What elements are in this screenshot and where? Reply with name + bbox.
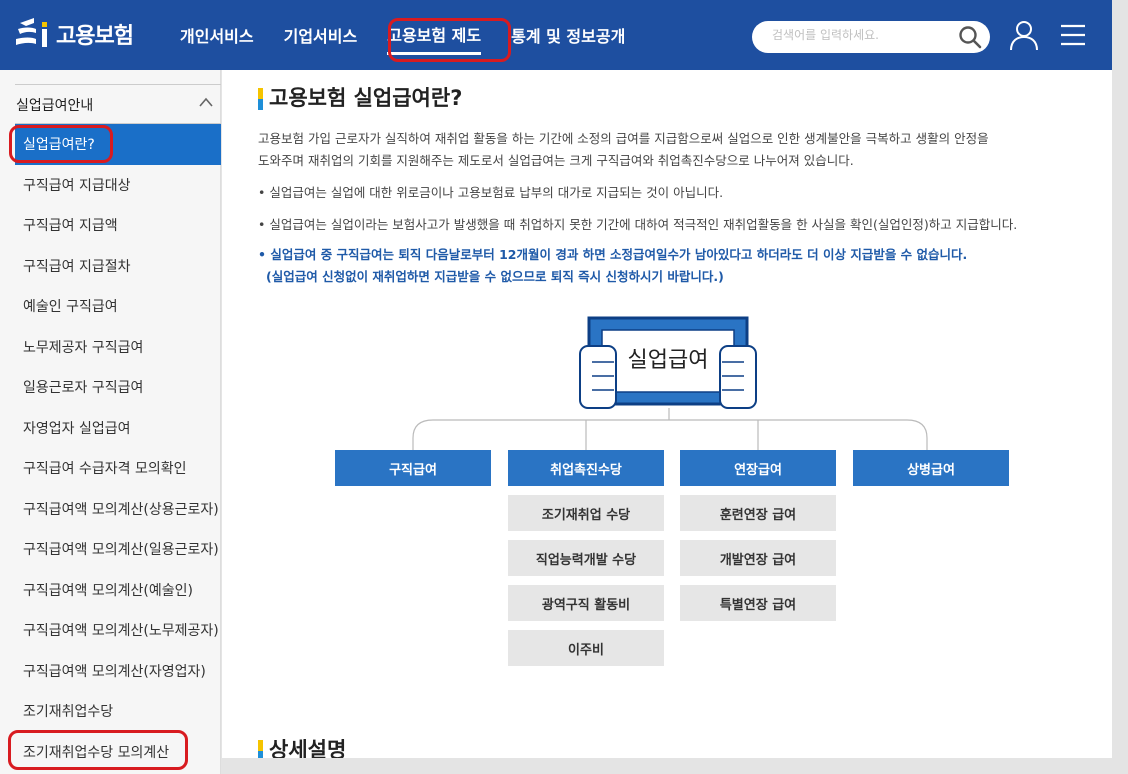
window-right-edge [1112,70,1128,774]
extension-item: 훈련연장 급여 [680,495,836,531]
category-job-seeking: 구직급여 [335,450,491,486]
window-bottom-edge [222,758,1128,774]
notice-text: • 실업급여 중 구직급여는 퇴직 다음날로부터 12개월이 경과 하면 소정급… [258,247,968,284]
highlight-outline [388,18,511,62]
promotion-item: 조기재취업 수당 [508,495,664,531]
sidebar-section-header[interactable]: 실업급여안내 [15,84,221,124]
diagram-root-label: 실업급여 [627,348,709,373]
sidebar-item-eligibility-simulation[interactable]: 구직급여 수급자격 모의확인 [15,448,221,489]
sidebar-item-job-seeking-procedure[interactable]: 구직급여 지급절차 [15,246,221,287]
sidebar-section-title: 실업급여안내 [16,98,94,114]
promotion-item: 이주비 [508,630,664,666]
page-title: 고용보험 실업급여란? [258,82,462,112]
extension-item: 개발연장 급여 [680,540,836,576]
highlight-outline [9,125,113,163]
category-extended-benefit: 연장급여 [680,450,836,486]
sidebar-item-job-seeking-amount[interactable]: 구직급여 지급액 [15,205,221,246]
search-icon[interactable] [958,25,982,49]
logo-text: 고용보험 [56,24,134,49]
sidebar-item-calc-labor-provider[interactable]: 구직급여액 모의계산(노무제공자) [15,610,221,651]
promotion-item: 직업능력개발 수당 [508,540,664,576]
logo-mark-icon [16,18,47,47]
chevron-up-icon[interactable] [199,97,213,107]
sidebar-item-calc-regular[interactable]: 구직급여액 모의계산(상용근로자) [15,489,221,530]
bullet-item: • 실업급여는 실업에 대한 위로금이나 고용보험료 납부의 대가로 지급되는 … [258,185,724,200]
category-sickness-benefit: 상병급여 [853,450,1009,486]
sidebar-item-calc-self-employed[interactable]: 구직급여액 모의계산(자영업자) [15,651,221,692]
user-icon[interactable] [1009,19,1039,51]
extension-item: 특별연장 급여 [680,585,836,621]
search-input[interactable] [772,28,952,42]
sidebar-item-job-seeking-eligibility[interactable]: 구직급여 지급대상 [15,165,221,206]
sidebar-item-calc-daily[interactable]: 구직급여액 모의계산(일용근로자) [15,529,221,570]
bullet-item: • 실업급여는 실업이라는 보험사고가 발생했을 때 취업하지 못한 기간에 대… [258,217,1018,232]
promotion-item: 광역구직 활동비 [508,585,664,621]
main-content: 고용보험 실업급여란? 고용보험 가입 근로자가 실직하여 재취업 활동을 하는… [222,70,1112,762]
sidebar: 실업급여안내 실업급여란? 구직급여 지급대상 구직급여 지급액 구직급여 지급… [0,70,221,774]
nav-business-services[interactable]: 기업서비스 [284,17,358,53]
category-promotion-allowance: 취업촉진수당 [508,450,664,486]
sidebar-item-labor-provider-benefit[interactable]: 노무제공자 구직급여 [15,327,221,368]
nav-statistics[interactable]: 통계 및 정보공개 [511,17,625,53]
site-logo[interactable]: 고용보험 [14,17,134,51]
intro-paragraph: 고용보험 가입 근로자가 실직하여 재취업 활동을 하는 기간에 소정의 급여를… [258,131,989,168]
search-box [752,21,990,53]
sidebar-item-self-employed-benefit[interactable]: 자영업자 실업급여 [15,408,221,449]
sidebar-item-early-reemployment[interactable]: 조기재취업수당 [15,691,221,732]
sidebar-item-calc-artist[interactable]: 구직급여액 모의계산(예술인) [15,570,221,611]
highlight-outline [8,730,188,770]
sidebar-menu: 실업급여란? 구직급여 지급대상 구직급여 지급액 구직급여 지급절차 예술인 … [15,124,221,772]
nav-personal-services[interactable]: 개인서비스 [180,17,254,53]
sidebar-item-daily-worker-benefit[interactable]: 일용근로자 구직급여 [15,367,221,408]
hamburger-menu-icon[interactable] [1060,24,1086,46]
heading-marker [258,88,263,110]
top-header: 고용보험 개인서비스 기업서비스 고용보험 제도 통계 및 정보공개 [0,0,1112,70]
sidebar-item-artist-benefit[interactable]: 예술인 구직급여 [15,286,221,327]
